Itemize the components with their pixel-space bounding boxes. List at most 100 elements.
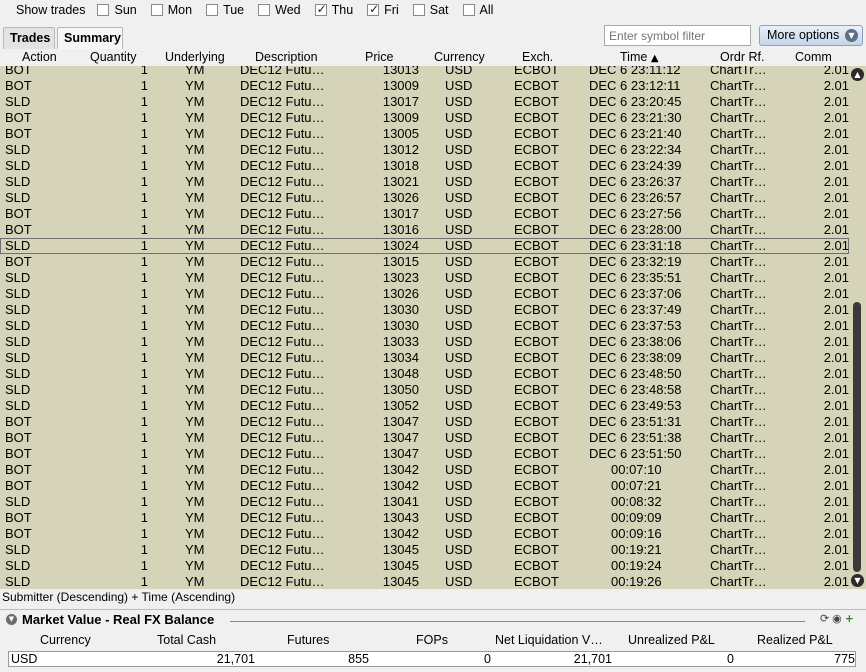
table-row[interactable]: SLD 1 YM DEC12 Futu… 13052 USD ECBOT DEC 6 23:4… <box>0 398 849 414</box>
checkbox[interactable] <box>258 4 271 16</box>
checkbox[interactable] <box>97 4 110 16</box>
table-row[interactable]: SLD 1 YM DEC12 Futu… 13034 USD ECBOT DEC 6 23:3… <box>0 350 849 366</box>
col-order-ref[interactable]: Ordr Rf. <box>720 50 764 64</box>
vertical-scrollbar[interactable]: ▲ ▼ <box>849 66 866 589</box>
cell-price: 13050 <box>382 382 419 397</box>
cell-price: 13026 <box>382 286 419 301</box>
cell-order-ref: ChartTr… <box>710 510 767 525</box>
panel-tools: ⟳ ◉ + <box>820 612 854 625</box>
day-filter-thu[interactable]: Thu <box>314 2 353 17</box>
cell-exchange: ECBOT <box>514 446 559 461</box>
col-time[interactable]: Time ▲ <box>620 50 659 64</box>
cell-underlying: YM <box>185 462 205 477</box>
col-underlying[interactable]: Underlying <box>165 50 225 64</box>
day-filter-wed[interactable]: Wed <box>258 3 301 17</box>
table-row[interactable]: SLD 1 YM DEC12 Futu… 13026 USD ECBOT DEC 6 23:2… <box>0 190 849 206</box>
trades-table[interactable]: BOT 1 YM DEC12 Futu… 13013 USD ECBOT DEC 6 23:1… <box>0 66 849 589</box>
checkbox[interactable] <box>314 2 327 16</box>
table-row[interactable]: SLD 1 YM DEC12 Futu… 13045 USD ECBOT 00:19:21 Ch… <box>0 542 849 558</box>
table-row[interactable]: BOT 1 YM DEC12 Futu… 13047 USD ECBOT DEC 6 23:5… <box>0 446 849 462</box>
table-row[interactable]: BOT 1 YM DEC12 Futu… 13016 USD ECBOT DEC 6 23:2… <box>0 222 849 238</box>
scroll-down-icon[interactable]: ▼ <box>851 574 864 587</box>
cell-time: DEC 6 23:20:45 <box>589 94 682 109</box>
table-row[interactable]: SLD 1 YM DEC12 Futu… 13045 USD ECBOT 00:19:24 Ch… <box>0 558 849 574</box>
refresh-icon[interactable]: ⟳ <box>820 612 829 625</box>
table-row[interactable]: BOT 1 YM DEC12 Futu… 13042 USD ECBOT 00:07:10 Ch… <box>0 462 849 478</box>
table-row[interactable]: SLD 1 YM DEC12 Futu… 13026 USD ECBOT DEC 6 23:3… <box>0 286 849 302</box>
col-currency[interactable]: Currency <box>434 50 485 64</box>
col-action[interactable]: Action <box>22 50 57 64</box>
table-row[interactable]: BOT 1 YM DEC12 Futu… 13047 USD ECBOT DEC 6 23:5… <box>0 430 849 446</box>
table-row[interactable]: BOT 1 YM DEC12 Futu… 13017 USD ECBOT DEC 6 23:2… <box>0 206 849 222</box>
table-row[interactable]: SLD 1 YM DEC12 Futu… 13017 USD ECBOT DEC 6 23:2… <box>0 94 849 110</box>
scroll-up-icon[interactable]: ▲ <box>851 68 864 81</box>
cell-description: DEC12 Futu… <box>240 542 325 557</box>
day-filter-tue[interactable]: Tue <box>206 3 244 17</box>
cell-description: DEC12 Futu… <box>240 238 325 253</box>
checkbox[interactable] <box>412 4 425 16</box>
more-options-button[interactable]: More options ▼ <box>759 25 863 46</box>
symbol-filter-input[interactable] <box>604 25 751 46</box>
cell-exchange: ECBOT <box>514 78 559 93</box>
settings-icon[interactable]: ◉ <box>832 612 842 625</box>
checkbox[interactable] <box>206 4 219 16</box>
table-row[interactable]: BOT 1 YM DEC12 Futu… 13013 USD ECBOT DEC 6 23:1… <box>0 66 849 78</box>
col-commission[interactable]: Comm <box>795 50 832 64</box>
cell-commission: 2.01 <box>823 478 849 493</box>
table-row[interactable]: SLD 1 YM DEC12 Futu… 13030 USD ECBOT DEC 6 23:3… <box>0 302 849 318</box>
table-row[interactable]: BOT 1 YM DEC12 Futu… 13015 USD ECBOT DEC 6 23:3… <box>0 254 849 270</box>
cell-price: 13047 <box>382 414 419 429</box>
cell-currency: USD <box>445 382 473 397</box>
table-row[interactable]: BOT 1 YM DEC12 Futu… 13005 USD ECBOT DEC 6 23:2… <box>0 126 849 142</box>
cell-action: SLD <box>5 350 31 365</box>
checkbox[interactable] <box>462 4 475 16</box>
collapse-icon[interactable]: ▼ <box>6 614 17 625</box>
cell-price: 13043 <box>382 510 419 525</box>
table-row[interactable]: SLD 1 YM DEC12 Futu… 13045 USD ECBOT 00:19:26 Ch… <box>0 574 849 589</box>
tab-summary[interactable]: Summary <box>57 27 123 49</box>
col-exchange[interactable]: Exch. <box>522 50 553 64</box>
table-row[interactable]: SLD 1 YM DEC12 Futu… 13033 USD ECBOT DEC 6 23:3… <box>0 334 849 350</box>
table-row[interactable]: BOT 1 YM DEC12 Futu… 13042 USD ECBOT 00:07:21 Ch… <box>0 478 849 494</box>
cell-underlying: YM <box>185 334 205 349</box>
table-row[interactable]: SLD 1 YM DEC12 Futu… 13048 USD ECBOT DEC 6 23:4… <box>0 366 849 382</box>
day-filter-fri[interactable]: Fri <box>367 2 399 17</box>
table-row[interactable]: BOT 1 YM DEC12 Futu… 13042 USD ECBOT 00:09:16 Ch… <box>0 526 849 542</box>
table-row[interactable]: SLD 1 YM DEC12 Futu… 13023 USD ECBOT DEC 6 23:3… <box>0 270 849 286</box>
checkbox[interactable] <box>150 4 163 16</box>
tab-trades[interactable]: Trades <box>3 27 55 49</box>
col-price[interactable]: Price <box>365 50 393 64</box>
cell-order-ref: ChartTr… <box>710 558 767 573</box>
cell-description: DEC12 Futu… <box>240 318 325 333</box>
table-row[interactable]: BOT 1 YM DEC12 Futu… 13043 USD ECBOT 00:09:09 Ch… <box>0 510 849 526</box>
table-row[interactable]: SLD 1 YM DEC12 Futu… 13012 USD ECBOT DEC 6 23:2… <box>0 142 849 158</box>
table-row[interactable]: SLD 1 YM DEC12 Futu… 13018 USD ECBOT DEC 6 23:2… <box>0 158 849 174</box>
checkbox[interactable] <box>367 2 379 16</box>
cell-underlying: YM <box>185 78 205 93</box>
mv-col-net-liquidation: Net Liquidation V… <box>495 633 603 647</box>
add-icon[interactable]: + <box>845 612 854 625</box>
table-row[interactable]: BOT 1 YM DEC12 Futu… 13009 USD ECBOT DEC 6 23:1… <box>0 78 849 94</box>
market-value-row[interactable]: USD 21,701 855 0 21,701 0 775 <box>8 651 856 667</box>
cell-action: BOT <box>5 110 32 125</box>
cell-exchange: ECBOT <box>514 318 559 333</box>
cell-quantity: 1 <box>140 126 148 141</box>
mv-currency: USD <box>11 652 38 666</box>
table-row[interactable]: SLD 1 YM DEC12 Futu… 13024 USD ECBOT DEC 6 23:3… <box>0 238 849 254</box>
day-filter-sat[interactable]: Sat <box>412 3 449 17</box>
cell-price: 13030 <box>382 318 419 333</box>
cell-order-ref: ChartTr… <box>710 126 767 141</box>
table-row[interactable]: SLD 1 YM DEC12 Futu… 13041 USD ECBOT 00:08:32 Ch… <box>0 494 849 510</box>
market-value-header[interactable]: ▼ Market Value - Real FX Balance <box>6 612 214 627</box>
scrollbar-thumb[interactable] <box>853 302 861 572</box>
day-filter-mon[interactable]: Mon <box>150 3 192 17</box>
day-filter-all[interactable]: All <box>462 3 493 17</box>
col-description[interactable]: Description <box>255 50 318 64</box>
table-row[interactable]: SLD 1 YM DEC12 Futu… 13021 USD ECBOT DEC 6 23:2… <box>0 174 849 190</box>
table-row[interactable]: BOT 1 YM DEC12 Futu… 13047 USD ECBOT DEC 6 23:5… <box>0 414 849 430</box>
table-row[interactable]: SLD 1 YM DEC12 Futu… 13030 USD ECBOT DEC 6 23:3… <box>0 318 849 334</box>
table-row[interactable]: BOT 1 YM DEC12 Futu… 13009 USD ECBOT DEC 6 23:2… <box>0 110 849 126</box>
col-quantity[interactable]: Quantity <box>90 50 137 64</box>
day-filter-sun[interactable]: Sun <box>97 3 137 17</box>
table-row[interactable]: SLD 1 YM DEC12 Futu… 13050 USD ECBOT DEC 6 23:4… <box>0 382 849 398</box>
